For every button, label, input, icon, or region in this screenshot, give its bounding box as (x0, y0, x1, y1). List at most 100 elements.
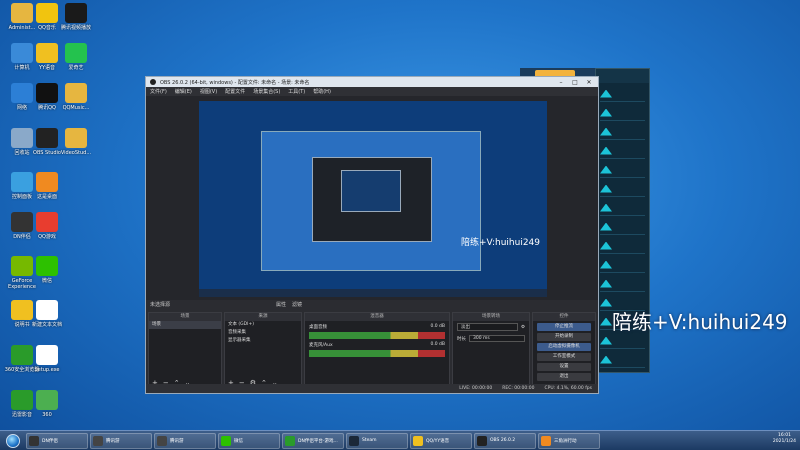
source-item[interactable]: 显示器采集 (225, 337, 301, 345)
taskbar-item[interactable]: 三角洲行动 (538, 432, 600, 449)
app-icon (65, 128, 87, 148)
maximize-button[interactable]: □ (570, 79, 580, 86)
background-list-row (600, 124, 645, 140)
nested-preview-2 (312, 157, 432, 242)
taskbar-item-label: OBS 26.0.2 (490, 438, 516, 443)
transition-select[interactable]: 淡出 (457, 323, 518, 331)
triangle-icon (600, 127, 612, 136)
desktop-icon[interactable]: 爱奇艺 (56, 43, 96, 71)
desktop-icon-label: 360 (42, 412, 52, 418)
obs-logo-icon (150, 79, 156, 85)
source-item[interactable]: 音频采集 (225, 329, 301, 337)
triangle-icon (600, 260, 612, 269)
triangle-icon (600, 355, 612, 364)
close-button[interactable]: ✕ (584, 79, 594, 86)
desktop-icon[interactable]: 腾讯视频播放 (56, 3, 96, 31)
minimize-button[interactable]: – (556, 79, 566, 86)
app-icon (65, 43, 87, 63)
desktop-icon[interactable]: 微信 (27, 256, 67, 284)
desktop-icon[interactable]: 360 (27, 390, 67, 418)
mixer-title: 混音器 (305, 313, 449, 321)
desktop-icon-label: 爱奇艺 (68, 65, 84, 71)
menu-item[interactable]: 编辑(E) (175, 88, 192, 95)
duration-input[interactable]: 300 ms (469, 335, 525, 342)
desktop-icon-label: QQMusic... (62, 105, 90, 111)
app-icon (36, 256, 58, 276)
transition-type-row: 淡出 ⚙ (453, 321, 529, 333)
taskbar-item[interactable]: DN伴侣 (26, 432, 88, 449)
gear-icon[interactable]: ⚙ (521, 325, 525, 330)
channel-name: 桌面音频 (309, 325, 327, 330)
control-button[interactable]: 停止推流 (537, 323, 591, 331)
volume-meter[interactable] (309, 350, 445, 357)
app-icon (36, 345, 58, 365)
taskbar-item[interactable]: 腾讯游 (90, 432, 152, 449)
taskbar-item[interactable]: 腾讯游 (154, 432, 216, 449)
desktop-icon[interactable]: Setup.exe (27, 345, 67, 373)
mixer-dock: 混音器 桌面音频 0.0 dB 麦克风/Aux 0.0 dB (304, 312, 450, 390)
scene-item[interactable]: 场景 (149, 321, 221, 329)
obs-titlebar: OBS 26.0.2 (64-bit, windows) - 配置文件: 未命名… (146, 77, 598, 87)
overlay-watermark: 陪练+V:huihui249 (612, 310, 788, 334)
volume-meter[interactable] (309, 332, 445, 339)
channel-db: 0.0 dB (430, 324, 445, 329)
cpu-status: CPU: 4.1%, 60.00 fps (544, 386, 593, 391)
taskbar-item[interactable]: OBS 26.0.2 (474, 432, 536, 449)
desktop-icon[interactable]: QQMusic... (56, 83, 96, 111)
dock-area: 未选择源 属性 滤镜 场景 场景 + − ⌃ ⌄ 来源 文本 (GDI+) 音频采集显… (146, 300, 598, 393)
taskbar-app-icon (413, 435, 423, 446)
menu-item[interactable]: 配置文件 (225, 88, 245, 95)
preview-taskbar (199, 289, 547, 297)
windows-orb-icon (6, 433, 20, 448)
properties-button[interactable]: 属性 (276, 301, 286, 308)
taskbar-app-icon (221, 435, 231, 446)
background-list-row (600, 333, 645, 349)
preview-canvas[interactable]: 陪练+V:huihui249 (199, 101, 547, 297)
menu-item[interactable]: 帮助(H) (313, 88, 331, 95)
desktop-icon[interactable]: 这是桌面 (27, 172, 67, 200)
triangle-icon (600, 317, 612, 326)
duration-label: 时长 (457, 336, 466, 342)
desktop-icon-label: 微信 (41, 278, 52, 284)
desktop-icon[interactable]: QQ游戏 (27, 212, 67, 240)
control-button[interactable]: 工作室模式 (537, 353, 591, 361)
nested-preview (261, 131, 481, 271)
background-list-row (600, 257, 645, 273)
taskbar-item[interactable]: DN伴侣平台-游戏... (282, 432, 344, 449)
background-list-row (600, 352, 645, 368)
filters-button[interactable]: 滤镜 (292, 301, 302, 308)
control-button[interactable]: 设置 (537, 363, 591, 371)
app-icon (65, 3, 87, 23)
source-item[interactable]: 文本 (GDI+) (225, 321, 301, 329)
system-clock[interactable]: 16:01 2021/1/24 (773, 433, 796, 445)
menu-bar: 文件(F) 编辑(E) 视图(V) 配置文件 场景集合(S) 工具(T) 帮助(H) (146, 87, 598, 96)
control-button[interactable]: 开始录制 (537, 333, 591, 341)
triangle-icon (600, 203, 612, 212)
desktop-icon[interactable]: VideoStud... (56, 128, 96, 156)
taskbar-item[interactable]: Steam (346, 432, 408, 449)
status-bar: LIVE: 00:00:00 REC: 00:00:00 CPU: 4.1%, … (146, 384, 598, 393)
control-button[interactable]: 启动虚拟摄像机 (537, 343, 591, 351)
taskbar-app-icon (29, 435, 39, 446)
taskbar-app-icon (93, 435, 103, 446)
no-source-label: 未选择源 (150, 302, 171, 308)
triangle-icon (600, 222, 612, 231)
taskbar-app-icon (541, 435, 551, 446)
controls-dock: 控件 停止推流 开始录制 启动虚拟摄像机 工作室模式 设置 退出 (532, 312, 596, 390)
menu-item[interactable]: 工具(T) (288, 88, 305, 95)
taskbar-item[interactable]: 微信 (218, 432, 280, 449)
menu-item[interactable]: 文件(F) (150, 88, 167, 95)
no-source-bar: 未选择源 属性 滤镜 (146, 300, 598, 309)
control-button[interactable]: 退出 (537, 373, 591, 381)
sources-dock: 来源 文本 (GDI+) 音频采集 显示器采集 + − ⚙ ⌃ ⌄ (224, 312, 302, 390)
app-icon (36, 300, 58, 320)
app-icon (36, 172, 58, 192)
obs-window: OBS 26.0.2 (64-bit, windows) - 配置文件: 未命名… (145, 76, 599, 394)
preview-watermark: 陪练+V:huihui249 (461, 238, 540, 248)
taskbar-item[interactable]: QQ/YY语音 (410, 432, 472, 449)
menu-item[interactable]: 视图(V) (200, 88, 217, 95)
desktop-icon[interactable]: 新建文本文档 (27, 300, 67, 328)
menu-item[interactable]: 场景集合(S) (253, 88, 280, 95)
background-list-row (600, 219, 645, 235)
start-button[interactable] (0, 432, 26, 450)
